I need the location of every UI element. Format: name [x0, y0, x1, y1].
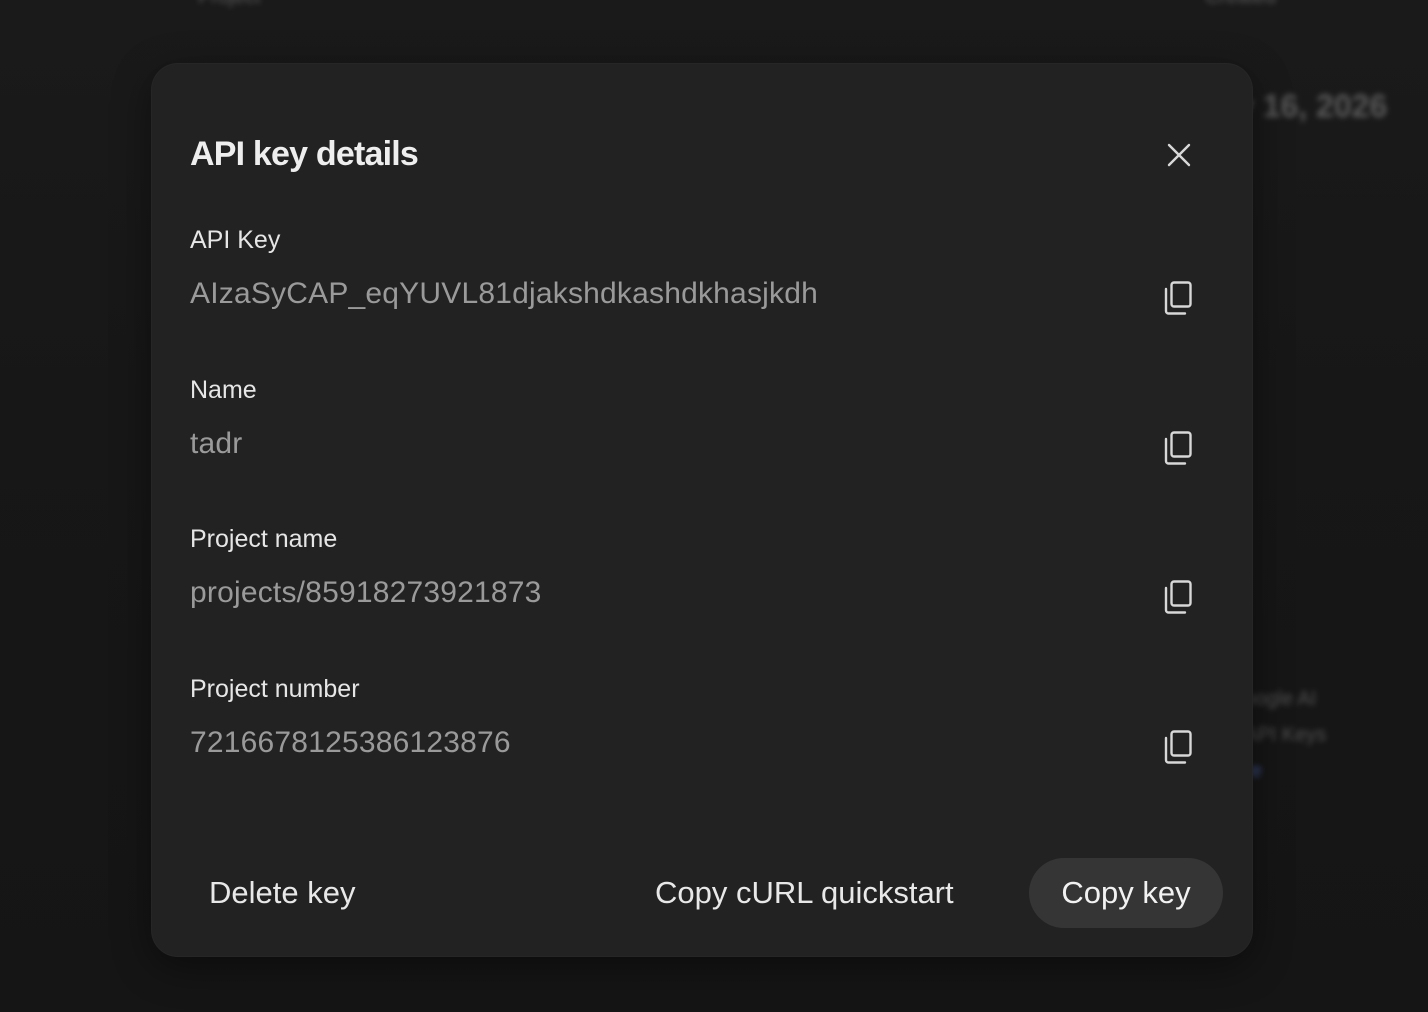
background-note-line: oogle AI — [1244, 688, 1317, 710]
copy-project-name-button[interactable] — [1156, 575, 1200, 619]
field-label: Project number — [190, 675, 360, 703]
copy-project-number-button[interactable] — [1156, 725, 1200, 769]
background-column-header-created: Created — [1205, 0, 1276, 9]
copy-api-key-button[interactable] — [1156, 276, 1200, 320]
background-note-line: API Keys — [1244, 724, 1327, 746]
dialog-title: API key details — [190, 135, 419, 173]
copy-curl-quickstart-button[interactable]: Copy cURL quickstart — [638, 858, 971, 928]
api-key-details-dialog: API key details API Key AIzaSyCAP_eqYUVL… — [152, 64, 1252, 956]
close-icon — [1167, 143, 1191, 167]
field-api-key: API Key AIzaSyCAP_eqYUVL81djakshdkashdkh… — [190, 224, 1200, 334]
field-label: API Key — [190, 226, 281, 254]
copy-icon — [1164, 281, 1192, 315]
project-number-value: 721667812538612387​6 — [190, 726, 511, 759]
field-project-name: Project name projects/85918273921873 — [190, 523, 1200, 633]
background-date: y 16, 2026 — [1236, 88, 1388, 124]
project-name-value: projects/85918273921873 — [190, 576, 542, 609]
background-column-header: Project — [198, 0, 260, 9]
field-label: Name — [190, 376, 257, 404]
delete-key-button[interactable]: Delete key — [190, 858, 374, 928]
copy-icon — [1164, 431, 1192, 465]
field-label: Project name — [190, 525, 338, 553]
field-project-number: Project number 721667812538612387​6 — [190, 673, 1200, 783]
field-name: Name tadr — [190, 374, 1200, 484]
copy-icon — [1164, 730, 1192, 764]
close-button[interactable] — [1158, 134, 1200, 176]
api-key-value: AIzaSyCAP_eqYUVL81djakshdkashdkhasjkdh — [190, 277, 818, 310]
copy-key-button[interactable]: Copy key — [1029, 858, 1223, 928]
copy-icon — [1164, 580, 1192, 614]
key-name-value: tadr — [190, 427, 243, 460]
copy-name-button[interactable] — [1156, 426, 1200, 470]
